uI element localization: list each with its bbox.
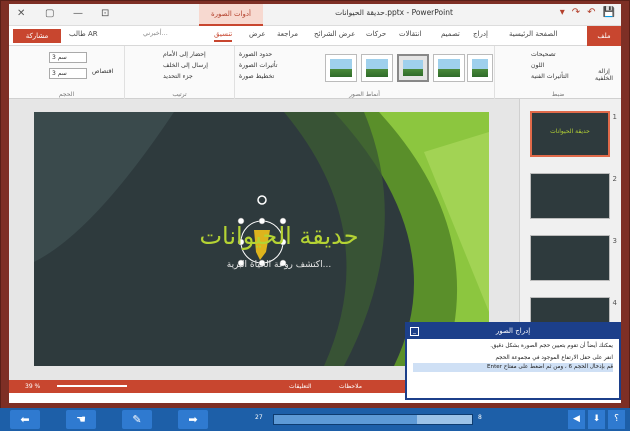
page-total: 8 <box>478 414 482 421</box>
tab-home[interactable]: الصفحة الرئيسية <box>509 30 557 38</box>
ribbon-tabs: مشاركة طالب AR أخبرني... تنسيق عرض مراجع… <box>9 26 621 46</box>
styles-group-label: أنماط الصور <box>349 91 380 98</box>
picture-styles-group: حدود الصورة تأثيرات الصورة تخطيط صورة أن… <box>234 46 494 99</box>
popup-step-1: انقر على حقل الارتفاع الموجود في مجموعة … <box>495 355 613 361</box>
title-bar: ✕ ▢ — ⊡ أدوات الصورة حديقة الحيوانات.ppt… <box>9 4 621 26</box>
comments-button[interactable]: التعليقات <box>289 380 312 393</box>
notes-button[interactable]: ملاحظات <box>339 380 362 393</box>
picture-style-3[interactable] <box>397 54 429 82</box>
popup-body: يمكنك أيضاً أن تقوم بتعيين حجم الصورة بش… <box>407 339 619 375</box>
color-button[interactable]: اللون <box>531 62 544 69</box>
picture-style-5[interactable] <box>467 54 493 82</box>
tab-insert[interactable]: إدراج <box>473 30 488 38</box>
popup-header: _ إدراج الصور <box>407 324 619 339</box>
redo-icon[interactable]: ↷ <box>572 7 580 18</box>
tab-format[interactable]: تنسيق <box>214 30 233 42</box>
size-group-label: الحجم <box>58 91 75 98</box>
close-icon[interactable]: ✕ <box>17 7 25 21</box>
undo-icon[interactable]: ↶ <box>587 7 595 18</box>
minimize-popup-button[interactable]: _ <box>410 327 419 336</box>
back-arrow-icon[interactable]: ⬅ <box>10 410 40 429</box>
slide-number: 2 <box>612 175 617 183</box>
slide-number: 3 <box>612 237 617 245</box>
selection-pane-button[interactable]: جزء التحديد <box>163 73 193 80</box>
width-field[interactable]: 3 سم <box>49 68 87 79</box>
arrange-group-label: ترتيب <box>172 91 187 98</box>
progress-fill <box>274 415 417 424</box>
remove-background-button[interactable]: إزالة الخلفية <box>589 68 619 82</box>
customize-qat-icon[interactable]: ▾ <box>560 7 565 18</box>
share-button[interactable]: مشاركة <box>13 29 61 43</box>
slide-title[interactable]: حديقة الحيوانات <box>164 222 394 250</box>
quick-access-toolbar: ▾ ↷ ↶ 💾 <box>560 7 615 18</box>
picture-layout-button[interactable]: تخطيط صورة <box>239 73 274 80</box>
picture-tools-label: أدوات الصورة <box>199 4 263 26</box>
document-title: حديقة الحيوانات.pptx - PowerPoint <box>335 8 453 17</box>
artistic-effects-button[interactable]: التأثيرات الفنية <box>531 73 569 80</box>
restore-icon[interactable]: ▢ <box>45 7 54 21</box>
picture-effects-button[interactable]: تأثيرات الصورة <box>239 62 278 69</box>
page-current: 27 <box>255 414 263 421</box>
tab-slideshow[interactable]: عرض الشرائح <box>314 30 355 38</box>
bring-forward-button[interactable]: إحضار إلى الأمام <box>163 51 206 58</box>
help-icon[interactable]: ؟ <box>608 410 625 429</box>
tab-review[interactable]: مراجعة <box>277 30 298 38</box>
save-icon[interactable]: 💾 <box>603 7 615 18</box>
crop-button[interactable]: اقتصاص <box>92 68 113 75</box>
popup-title: إدراج الصور <box>495 327 531 335</box>
arrange-group: إحضار إلى الأمام إرسال إلى الخلف جزء الت… <box>124 46 234 99</box>
picture-style-2[interactable] <box>361 54 393 82</box>
tab-file[interactable]: ملف <box>587 26 621 46</box>
send-backward-button[interactable]: إرسال إلى الخلف <box>163 62 208 69</box>
volume-icon[interactable]: ◀ <box>568 410 585 429</box>
corrections-button[interactable]: تصحيحات <box>531 51 556 58</box>
size-group: 3 سم 3 سم اقتصاص الحجم <box>9 46 124 99</box>
thumbnail-title: حديقة الحيوانات <box>550 128 590 135</box>
height-field[interactable]: 3 سم <box>49 52 87 63</box>
picture-style-1[interactable] <box>325 54 357 82</box>
slide-thumbnail-2[interactable] <box>530 173 610 219</box>
download-icon[interactable]: ⬇ <box>588 410 605 429</box>
minimize-icon[interactable]: — <box>73 7 83 21</box>
adjust-group: تصحيحات اللون التأثيرات الفنية إزالة الخ… <box>494 46 621 99</box>
tab-design[interactable]: تصميم <box>441 30 460 38</box>
lesson-progress-bar[interactable] <box>273 414 473 425</box>
tab-view[interactable]: عرض <box>249 30 266 38</box>
lesson-nav-bar: ⬅ ☚ ✎ ➡ 27 8 ◀ ⬇ ؟ <box>0 408 630 431</box>
picture-style-4[interactable] <box>433 54 465 82</box>
hand-pointer-icon[interactable]: ☚ <box>66 410 96 429</box>
user-name[interactable]: طالب AR <box>69 30 98 38</box>
slide-thumbnail-3[interactable] <box>530 235 610 281</box>
slide-number: 1 <box>612 113 617 121</box>
help-popup: _ إدراج الصور يمكنك أيضاً أن تقوم بتعيين… <box>405 322 621 400</box>
zoom-level[interactable]: 39 % <box>25 380 40 393</box>
slide-subtitle[interactable]: اكتشف روعة الحياة البرية... <box>194 260 364 270</box>
ribbon: 3 سم 3 سم اقتصاص الحجم إحضار إلى الأمام … <box>9 46 621 99</box>
tell-me-search[interactable]: أخبرني... <box>143 29 168 37</box>
slide-thumbnail-1[interactable]: حديقة الحيوانات <box>530 111 610 157</box>
popup-step-2: قم بإدخال الحجم 6 ، ومن ثم اضغط على مفتا… <box>413 363 613 372</box>
ribbon-display-icon[interactable]: ⊡ <box>101 7 109 21</box>
tab-transitions[interactable]: انتقالات <box>399 30 421 38</box>
forward-arrow-icon[interactable]: ➡ <box>178 410 208 429</box>
tab-animations[interactable]: حركات <box>366 30 386 38</box>
zoom-slider[interactable] <box>57 385 127 387</box>
popup-intro: يمكنك أيضاً أن تقوم بتعيين حجم الصورة بش… <box>490 343 613 349</box>
picture-border-button[interactable]: حدود الصورة <box>239 51 272 58</box>
adjust-group-label: ضبط <box>551 91 565 98</box>
slide-number: 4 <box>612 299 617 307</box>
pen-icon[interactable]: ✎ <box>122 410 152 429</box>
